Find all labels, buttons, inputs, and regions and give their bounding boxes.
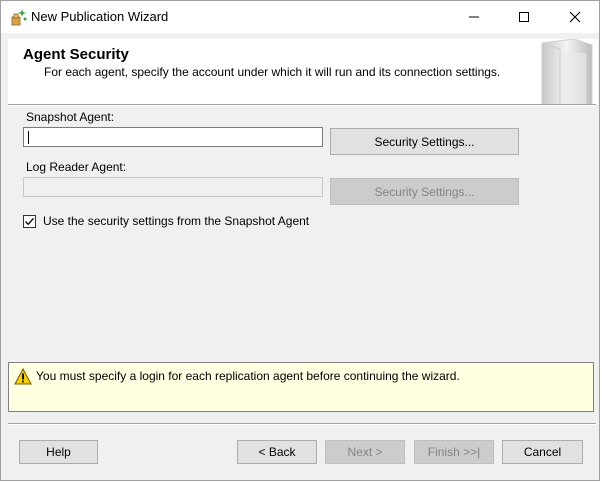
warning-panel: You must specify a login for each replic… [8,362,594,412]
log-reader-security-settings-button[interactable]: Security Settings... [330,178,519,205]
wizard-app-icon [10,8,28,26]
header-separator [8,104,596,106]
window-title: New Publication Wizard [31,9,169,24]
finish-button[interactable]: Finish >>| [414,440,494,464]
log-reader-agent-field[interactable] [23,177,323,197]
checkmark-icon [25,217,34,225]
snapshot-agent-field[interactable] [23,127,323,147]
warning-message: You must specify a login for each replic… [36,369,460,383]
next-button[interactable]: Next > [325,440,405,464]
use-snapshot-settings-checkbox[interactable] [23,214,36,228]
snapshot-security-settings-button[interactable]: Security Settings... [330,128,519,155]
use-snapshot-settings-option[interactable]: Use the security settings from the Snaps… [23,214,309,228]
text-caret [28,131,29,144]
warning-icon [14,367,32,385]
log-reader-agent-label: Log Reader Agent: [26,160,127,174]
maximize-icon [519,12,529,22]
minimize-button[interactable] [451,1,497,33]
back-button[interactable]: < Back [237,440,317,464]
close-button[interactable] [552,1,598,33]
book-icon [534,38,598,106]
footer-separator [8,423,596,425]
snapshot-agent-label: Snapshot Agent: [26,110,115,124]
use-snapshot-settings-label: Use the security settings from the Snaps… [43,214,310,228]
close-icon [569,11,581,23]
wizard-window: New Publication Wizard Agent Security Fo… [0,0,600,481]
title-bar[interactable]: New Publication Wizard [1,1,599,33]
page-title: Agent Security [23,46,129,63]
maximize-button[interactable] [501,1,547,33]
help-button[interactable]: Help [19,440,98,464]
cancel-button[interactable]: Cancel [502,440,583,464]
page-subtitle: For each agent, specify the account unde… [44,65,501,79]
wizard-header: Agent Security For each agent, specify t… [8,38,598,106]
minimize-icon [469,16,479,18]
